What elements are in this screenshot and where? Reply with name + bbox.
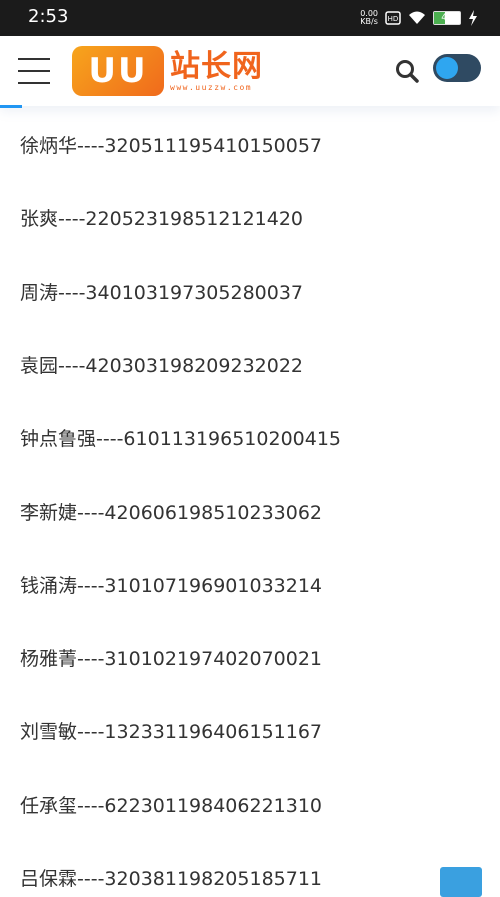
list-item: 任承玺----622301198406221310 bbox=[20, 794, 323, 817]
list-item: 徐炳华----320511195410150057 bbox=[20, 135, 323, 157]
svg-text:HD: HD bbox=[388, 15, 399, 23]
charging-icon bbox=[469, 10, 477, 26]
search-icon[interactable] bbox=[394, 58, 420, 84]
status-time: 2:53 bbox=[28, 6, 69, 27]
list-item: 杨雅菁----310102197402070021 bbox=[20, 648, 323, 671]
list-item: 张爽----220523198512121420 bbox=[20, 208, 304, 231]
status-bar: 2:53 0.00 KB/s HD 44 bbox=[0, 0, 500, 36]
net-speed-unit: KB/s bbox=[360, 17, 378, 26]
list-item: 吕保霖----320381198205185711 bbox=[20, 868, 323, 890]
list-item: 袁园----420303198209232022 bbox=[20, 354, 304, 377]
battery-level: 44 bbox=[441, 13, 453, 23]
status-icons: 0.00 KB/s HD 44 bbox=[360, 8, 478, 28]
net-speed: 0.00 KB/s bbox=[360, 10, 378, 26]
battery-icon: 44 bbox=[433, 11, 461, 25]
reading-progress-bar bbox=[0, 105, 22, 108]
menu-icon[interactable] bbox=[18, 58, 50, 84]
hd-icon: HD bbox=[385, 11, 401, 25]
list-item: 李新婕----420606198510233062 bbox=[20, 501, 323, 524]
list-item: 钱涌涛----310107196901033214 bbox=[20, 574, 323, 597]
wifi-icon bbox=[409, 11, 425, 24]
toggle-knob bbox=[436, 57, 458, 79]
logo-badge: UU bbox=[72, 46, 164, 96]
list-item: 刘雪敏----132331196406151167 bbox=[20, 721, 323, 744]
site-logo[interactable]: UU 站长网 www.uuzzw.com bbox=[72, 45, 263, 97]
logo-title: 站长网 bbox=[170, 48, 263, 84]
theme-toggle[interactable] bbox=[433, 54, 481, 82]
list-item: 钟点鲁强----610113196510200415 bbox=[20, 428, 342, 451]
logo-url: www.uuzzw.com bbox=[170, 82, 253, 92]
app-header: UU 站长网 www.uuzzw.com bbox=[0, 36, 500, 106]
back-to-top-button[interactable] bbox=[440, 867, 482, 897]
list-item: 周涛----340103197305280037 bbox=[20, 281, 304, 304]
